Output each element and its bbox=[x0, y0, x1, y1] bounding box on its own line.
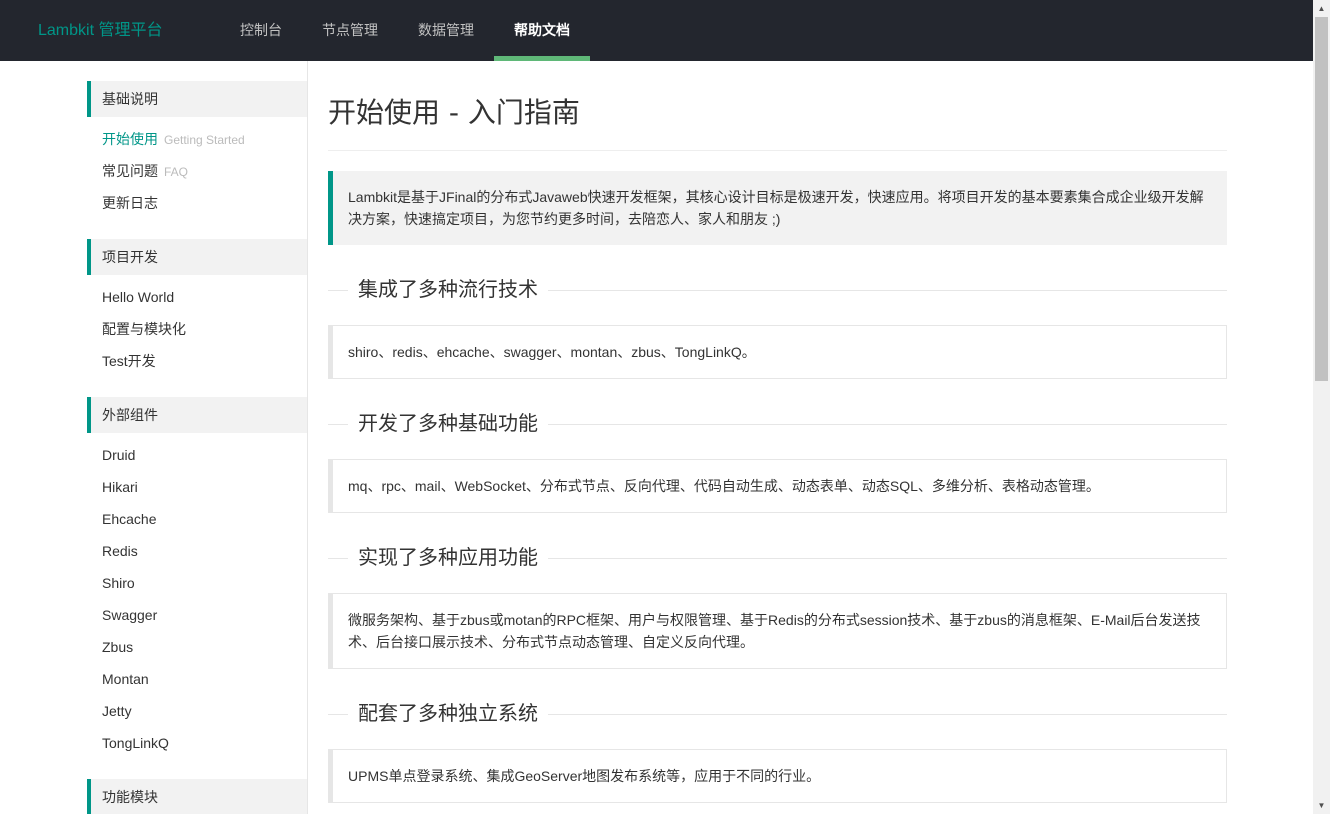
page-title: 开始使用 - 入门指南 bbox=[328, 96, 580, 129]
sidebar-item-getting-started[interactable]: 开始使用 Getting Started bbox=[87, 123, 307, 155]
top-nav: 控制台 节点管理 数据管理 帮助文档 bbox=[220, 0, 590, 61]
section-heading-text: 集成了多种流行技术 bbox=[348, 275, 548, 305]
top-header: Lambkit 管理平台 控制台 节点管理 数据管理 帮助文档 bbox=[0, 0, 1313, 61]
nav-data-management[interactable]: 数据管理 bbox=[398, 0, 494, 61]
sidebar-group-project-dev: 项目开发 Hello World 配置与模块化 Test开发 bbox=[87, 239, 307, 377]
section-heading: 实现了多种应用功能 bbox=[328, 538, 1227, 578]
sidebar-item-label: 开始使用 bbox=[102, 131, 158, 147]
sidebar-item-config-modules[interactable]: 配置与模块化 bbox=[87, 313, 307, 345]
section-heading: 集成了多种流行技术 bbox=[328, 270, 1227, 310]
sidebar-item-hello-world[interactable]: Hello World bbox=[87, 281, 307, 313]
section-body: mq、rpc、mail、WebSocket、分布式节点、反向代理、代码自动生成、… bbox=[328, 459, 1227, 513]
section-heading-text: 开发了多种基础功能 bbox=[348, 409, 548, 439]
sidebar-item-swagger[interactable]: Swagger bbox=[87, 599, 307, 631]
section-body: shiro、redis、ehcache、swagger、montan、zbus、… bbox=[328, 325, 1227, 379]
sidebar-item-test-dev[interactable]: Test开发 bbox=[87, 345, 307, 377]
scroll-down-arrow-icon[interactable]: ▼ bbox=[1313, 797, 1330, 814]
section-heading: 配套了多种独立系统 bbox=[328, 694, 1227, 734]
page-scrollbar[interactable]: ▲ ▼ bbox=[1313, 0, 1330, 814]
sidebar-group-basics: 基础说明 开始使用 Getting Started 常见问题 FAQ 更新日志 bbox=[87, 81, 307, 219]
sidebar-group-title: 功能模块 bbox=[87, 779, 307, 814]
sidebar-item-en-label: Getting Started bbox=[164, 133, 245, 147]
sidebar-group-function-modules: 功能模块 认证 bbox=[87, 779, 307, 814]
sidebar-item-montan[interactable]: Montan bbox=[87, 663, 307, 695]
sidebar-item-hikari[interactable]: Hikari bbox=[87, 471, 307, 503]
nav-help-docs[interactable]: 帮助文档 bbox=[494, 0, 590, 61]
sidebar-item-en-label: FAQ bbox=[164, 165, 189, 179]
section-heading: 开发了多种基础功能 bbox=[328, 404, 1227, 444]
sidebar-item-shiro[interactable]: Shiro bbox=[87, 567, 307, 599]
sidebar-divider bbox=[307, 61, 308, 814]
doc-content: 开始使用 - 入门指南 Lambkit是基于JFinal的分布式Javaweb快… bbox=[328, 61, 1227, 803]
app-logo[interactable]: Lambkit 管理平台 bbox=[38, 0, 162, 61]
sidebar-item-zbus[interactable]: Zbus bbox=[87, 631, 307, 663]
section-heading-text: 配套了多种独立系统 bbox=[348, 699, 548, 729]
sidebar-item-redis[interactable]: Redis bbox=[87, 535, 307, 567]
sidebar-item-label: 更新日志 bbox=[102, 195, 158, 211]
sidebar-item-jetty[interactable]: Jetty bbox=[87, 695, 307, 727]
sidebar-group-title: 项目开发 bbox=[87, 239, 307, 275]
sidebar-group-external-components: 外部组件 Druid Hikari Ehcache Redis Shiro Sw… bbox=[87, 397, 307, 759]
nav-console[interactable]: 控制台 bbox=[220, 0, 302, 61]
sidebar-item-ehcache[interactable]: Ehcache bbox=[87, 503, 307, 535]
sidebar-group-title: 基础说明 bbox=[87, 81, 307, 117]
intro-blockquote: Lambkit是基于JFinal的分布式Javaweb快速开发框架，其核心设计目… bbox=[328, 171, 1227, 245]
sidebar-item-changelog[interactable]: 更新日志 bbox=[87, 187, 307, 219]
sidebar-item-faq[interactable]: 常见问题 FAQ bbox=[87, 155, 307, 187]
section-body: UPMS单点登录系统、集成GeoServer地图发布系统等，应用于不同的行业。 bbox=[328, 749, 1227, 803]
sidebar-item-tonglinkq[interactable]: TongLinkQ bbox=[87, 727, 307, 759]
docs-sidebar: 基础说明 开始使用 Getting Started 常见问题 FAQ 更新日志 项目… bbox=[87, 61, 307, 814]
scroll-thumb[interactable] bbox=[1315, 17, 1328, 381]
sidebar-group-title: 外部组件 bbox=[87, 397, 307, 433]
scroll-up-arrow-icon[interactable]: ▲ bbox=[1313, 0, 1330, 17]
sidebar-item-label: 常见问题 bbox=[102, 163, 158, 179]
section-heading-text: 实现了多种应用功能 bbox=[348, 543, 548, 573]
title-divider bbox=[328, 150, 1227, 151]
section-body: 微服务架构、基于zbus或motan的RPC框架、用户与权限管理、基于Redis… bbox=[328, 593, 1227, 669]
sidebar-item-druid[interactable]: Druid bbox=[87, 439, 307, 471]
nav-node-management[interactable]: 节点管理 bbox=[302, 0, 398, 61]
